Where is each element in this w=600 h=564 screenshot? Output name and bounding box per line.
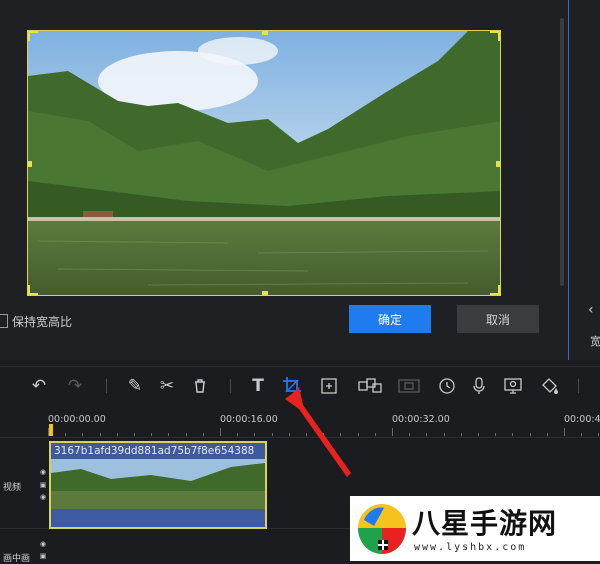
tick-mark xyxy=(495,433,497,436)
toolbar-divider xyxy=(230,379,231,393)
clip-thumbnail xyxy=(51,459,265,509)
crop-handle-bottom-right[interactable] xyxy=(490,285,500,295)
ok-button[interactable]: 确定 xyxy=(349,305,431,333)
crop-image-preview[interactable] xyxy=(27,30,501,296)
tick-mark xyxy=(546,433,548,436)
tick-mark xyxy=(202,433,204,436)
crop-handle-top-right[interactable] xyxy=(490,31,500,41)
toolbar-divider xyxy=(106,379,107,393)
crop-handle-right[interactable] xyxy=(496,161,500,167)
tick-mark xyxy=(529,433,531,436)
freeze-frame-icon[interactable] xyxy=(398,375,420,397)
video-clip[interactable]: 3167b1afd39dd881ad75b7f8e654388 xyxy=(49,441,267,529)
red-arrow-annotation xyxy=(285,387,351,477)
tick-label: 00:00:00.00 xyxy=(48,414,106,425)
tick-mark xyxy=(82,433,84,436)
tick-label: 00:00:16.00 xyxy=(220,414,278,425)
preview-scrollbar[interactable] xyxy=(560,18,564,286)
tick-mark xyxy=(374,433,376,436)
pip-track-label: 画中画 xyxy=(3,554,31,564)
lock-icon[interactable]: ▣ xyxy=(39,552,47,560)
tick-mark xyxy=(116,433,118,436)
cancel-button[interactable]: 取消 xyxy=(457,305,539,333)
duration-icon[interactable] xyxy=(436,375,458,397)
tick-mark xyxy=(460,433,462,436)
tick-mark xyxy=(237,433,239,436)
crop-handle-top[interactable] xyxy=(262,31,268,35)
clip-name: 3167b1afd39dd881ad75b7f8e654388 xyxy=(54,445,255,457)
clip-audio-band xyxy=(51,509,265,527)
undo-icon[interactable]: ↶ xyxy=(28,375,50,397)
text-icon[interactable]: T xyxy=(247,375,269,397)
tick-mark xyxy=(271,433,273,436)
crop-handle-top-left[interactable] xyxy=(28,31,38,41)
keep-ratio-label: 保持宽高比 xyxy=(12,314,73,329)
playhead[interactable] xyxy=(49,424,53,436)
watermark: 八星手游网 www.lyshbx.com xyxy=(350,496,600,561)
tick-mark xyxy=(392,428,393,436)
video-track-label: 视频 xyxy=(3,483,22,493)
tick-mark xyxy=(409,433,411,436)
tick-mark xyxy=(512,433,514,436)
right-panel-label: 宽 xyxy=(590,335,600,348)
landscape-image xyxy=(28,31,500,295)
eye-icon[interactable]: ◉ xyxy=(39,468,47,476)
checkbox-icon xyxy=(0,314,8,328)
tick-mark xyxy=(168,433,170,436)
tick-mark xyxy=(426,433,428,436)
pen-icon[interactable]: ✎ xyxy=(124,375,146,397)
tick-mark xyxy=(220,428,221,436)
tick-mark xyxy=(134,433,135,436)
watermark-logo xyxy=(358,504,406,554)
scissors-icon[interactable]: ✂ xyxy=(156,375,178,397)
tick-mark xyxy=(443,433,445,436)
visibility-icon[interactable]: ◉ xyxy=(39,493,47,501)
color-fill-icon[interactable] xyxy=(539,375,561,397)
tick-mark xyxy=(65,433,67,436)
tick-mark xyxy=(478,433,479,436)
crop-handle-left[interactable] xyxy=(28,161,32,167)
tick-mark xyxy=(598,433,600,436)
tick-label: 00:00:48 xyxy=(564,414,600,425)
tick-mark xyxy=(99,433,101,436)
keep-ratio-checkbox[interactable]: 保持宽高比 xyxy=(0,312,72,330)
crop-handle-bottom[interactable] xyxy=(262,291,268,295)
watermark-url: www.lyshbx.com xyxy=(414,542,527,553)
microphone-icon[interactable] xyxy=(468,375,490,397)
tick-label: 00:00:32.00 xyxy=(392,414,450,425)
watermark-title: 八星手游网 xyxy=(412,507,558,540)
trash-icon[interactable] xyxy=(189,375,211,397)
lock-icon[interactable]: ▣ xyxy=(39,481,47,489)
redo-icon[interactable]: ↷ xyxy=(64,375,86,397)
tick-mark xyxy=(254,433,256,436)
right-settings-panel xyxy=(568,0,600,360)
tick-mark xyxy=(151,433,153,436)
tick-mark xyxy=(581,433,583,436)
chevron-left-icon[interactable]: ‹ xyxy=(588,302,594,318)
tick-mark xyxy=(185,433,187,436)
audio-icon[interactable]: ◉ xyxy=(39,540,47,548)
toolbar-divider xyxy=(578,379,579,393)
crop-handle-bottom-left[interactable] xyxy=(28,285,38,295)
tick-mark xyxy=(564,428,565,436)
screen-record-icon[interactable] xyxy=(502,375,524,397)
